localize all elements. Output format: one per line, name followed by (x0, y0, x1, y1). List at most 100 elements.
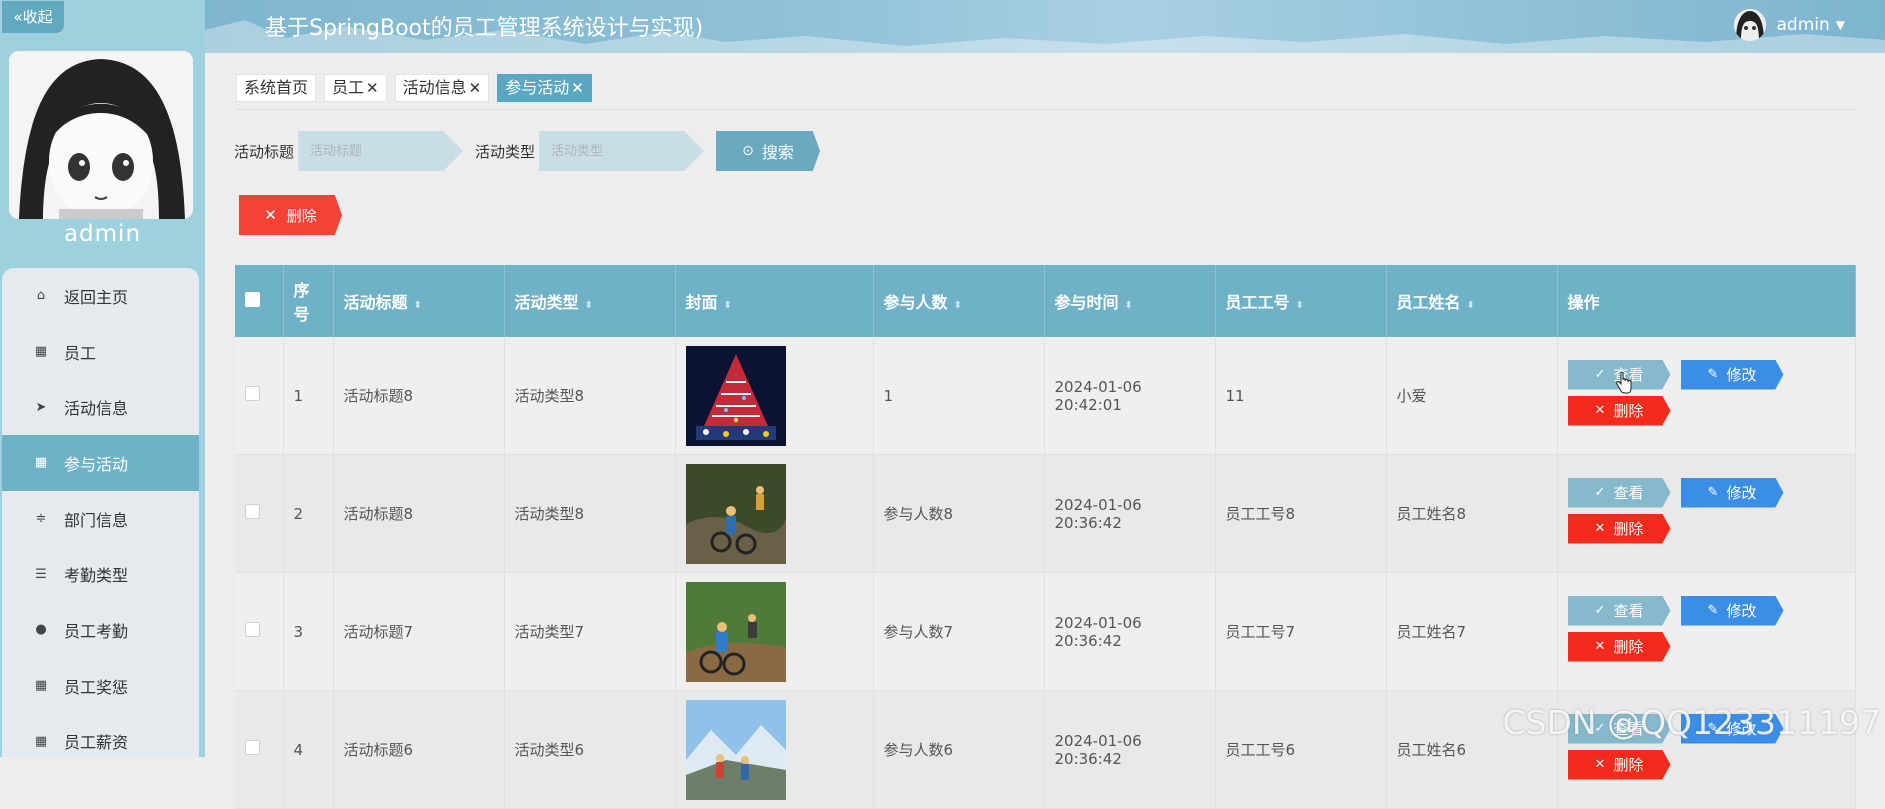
sidebar-item-join-activity[interactable]: ▦ 参与活动 (2, 435, 199, 491)
sort-icon[interactable]: ⬍ (1296, 300, 1304, 311)
grid-icon: ▦ (34, 678, 48, 694)
grid-icon: ▦ (34, 733, 48, 749)
cell-title: 活动标题7 (333, 572, 505, 691)
cell-type: 活动类型6 (504, 690, 676, 809)
close-icon: ✕ (1594, 521, 1606, 536)
sidebar: «收起 admin ⌂ 返回主页 ▦ 员工 ➤ 活动信息 ▦ 参与活动 ≑ 部门… (0, 0, 205, 757)
column-header[interactable]: 活动标题 ⬍ (333, 265, 505, 337)
view-label: 查看 (1613, 484, 1644, 502)
cell-emp-name: 员工姓名8 (1386, 454, 1558, 573)
sidebar-item-salary[interactable]: ▦ 员工薪资 (2, 714, 199, 758)
column-header[interactable]: 活动类型 ⬍ (504, 265, 676, 337)
row-select-cell[interactable] (235, 454, 284, 573)
column-label: 活动类型 (514, 293, 579, 312)
select-all-checkbox[interactable] (245, 291, 260, 307)
column-label: 活动标题 (343, 293, 408, 312)
edit-button[interactable]: ✎ 修改 (1680, 595, 1784, 626)
column-header[interactable]: 参与时间 ⬍ (1044, 265, 1216, 337)
user-menu[interactable]: admin ▼ (1734, 8, 1845, 42)
type-search-input[interactable] (539, 131, 705, 171)
sidebar-item-employee[interactable]: ▦ 员工 (2, 324, 199, 380)
sidebar-item-label: 部门信息 (64, 510, 129, 530)
select-all-cell[interactable] (235, 265, 284, 337)
delete-button[interactable]: ✕ 删除 (1567, 395, 1671, 426)
tab-activity-info[interactable]: 活动信息 ✕ (394, 74, 490, 102)
row-checkbox[interactable] (245, 740, 260, 755)
sort-icon[interactable]: ⬍ (954, 300, 962, 311)
edit-button[interactable]: ✎ 修改 (1680, 359, 1784, 390)
tab-employee[interactable]: 员工 ✕ (324, 74, 387, 102)
column-header: 序号 (283, 265, 334, 337)
check-icon: ✓ (1594, 367, 1606, 382)
column-header[interactable]: 封面 ⬍ (675, 265, 874, 337)
row-checkbox[interactable] (245, 386, 260, 401)
close-icon: ✕ (264, 206, 277, 224)
close-icon[interactable]: ✕ (571, 75, 584, 101)
row-checkbox[interactable] (245, 622, 260, 637)
column-label: 操作 (1567, 293, 1600, 312)
row-select-cell[interactable] (235, 690, 284, 809)
title-search-input[interactable] (298, 131, 464, 171)
delete-label: 删除 (1613, 402, 1644, 420)
tab-home[interactable]: 系统首页 (236, 74, 317, 102)
tab-join-activity[interactable]: 参与活动 ✕ (497, 74, 592, 102)
sort-icon[interactable]: ⬍ (1125, 300, 1133, 311)
sort-icon[interactable]: ⬍ (724, 300, 732, 311)
sidebar-item-department[interactable]: ≑ 部门信息 (2, 491, 199, 547)
sort-icon[interactable]: ⬍ (1467, 300, 1475, 311)
sidebar-item-home[interactable]: ⌂ 返回主页 (2, 268, 199, 324)
table-row: 2 活动标题8 活动类型8 参与人数8 2024-01-06 20:36:42 … (235, 454, 1856, 573)
bulk-delete-label: 删除 (286, 206, 317, 225)
delete-button[interactable]: ✕ 删除 (1567, 749, 1671, 780)
delete-button[interactable]: ✕ 删除 (1567, 631, 1671, 662)
cell-actions: ✓ 查看 ✎ 修改 ✕ 删除 (1557, 572, 1856, 691)
sidebar-item-attendance[interactable]: ● 员工考勤 (2, 602, 199, 658)
sidebar-item-label: 活动信息 (64, 399, 129, 419)
user-icon: ● (35, 622, 47, 638)
close-icon[interactable]: ✕ (366, 75, 379, 101)
search-button-label: 搜索 (761, 143, 794, 162)
edit-button[interactable]: ✎ 修改 (1680, 477, 1784, 508)
column-header[interactable]: 员工工号 ⬍ (1215, 265, 1387, 337)
cell-cover (675, 572, 874, 691)
header-username: admin (1776, 15, 1830, 35)
title-filter-label: 活动标题 (234, 142, 295, 161)
column-label: 参与人数 (883, 293, 948, 312)
row-select-cell[interactable] (235, 337, 284, 455)
view-button[interactable]: ✓ 查看 (1567, 477, 1671, 508)
sort-icon[interactable]: ⬍ (414, 300, 422, 311)
cell-emp-no: 员工工号8 (1215, 454, 1387, 573)
column-header: 操作 (1557, 265, 1856, 337)
sidebar-menu: ⌂ 返回主页 ▦ 员工 ➤ 活动信息 ▦ 参与活动 ≑ 部门信息 ☰ 考勤类型 … (2, 268, 199, 757)
column-label: 封面 (685, 293, 718, 312)
close-icon: ✕ (1594, 403, 1606, 418)
cell-emp-no: 员工工号7 (1215, 572, 1387, 691)
view-button[interactable]: ✓ 查看 (1567, 595, 1671, 626)
delete-button[interactable]: ✕ 删除 (1567, 513, 1671, 544)
pencil-icon: ✎ (1707, 367, 1719, 382)
search-button[interactable]: ⊙ 搜索 (716, 131, 821, 171)
cell-title: 活动标题8 (333, 454, 505, 573)
sidebar-item-attendance-type[interactable]: ☰ 考勤类型 (2, 546, 199, 602)
row-select-cell[interactable] (235, 572, 284, 691)
sidebar-item-reward-punish[interactable]: ▦ 员工奖惩 (2, 658, 199, 714)
column-label: 员工工号 (1225, 293, 1290, 312)
app-title: 基于SpringBoot的员工管理系统设计与实现) (265, 16, 704, 41)
row-checkbox[interactable] (245, 504, 260, 519)
cell-count: 1 (873, 337, 1045, 455)
sort-icon[interactable]: ⬍ (585, 300, 593, 311)
column-header[interactable]: 参与人数 ⬍ (873, 265, 1045, 337)
sidebar-item-label: 考勤类型 (64, 566, 129, 586)
tab-label: 员工 (332, 78, 365, 97)
cell-emp-name: 员工姓名7 (1386, 572, 1558, 691)
tab-bar: 系统首页 员工 ✕ 活动信息 ✕ 参与活动 ✕ (236, 74, 592, 102)
sidebar-item-activity-info[interactable]: ➤ 活动信息 (2, 379, 199, 435)
close-icon: ✕ (1594, 757, 1606, 772)
cell-time: 2024-01-06 20:36:42 (1044, 454, 1216, 573)
cell-no: 4 (283, 690, 334, 809)
collapse-button[interactable]: «收起 (2, 1, 64, 33)
top-header: 基于SpringBoot的员工管理系统设计与实现) admin ▼ (205, 0, 1885, 53)
bulk-delete-button[interactable]: ✕ 删除 (239, 195, 342, 235)
close-icon[interactable]: ✕ (469, 75, 482, 101)
column-header[interactable]: 员工姓名 ⬍ (1386, 265, 1558, 337)
